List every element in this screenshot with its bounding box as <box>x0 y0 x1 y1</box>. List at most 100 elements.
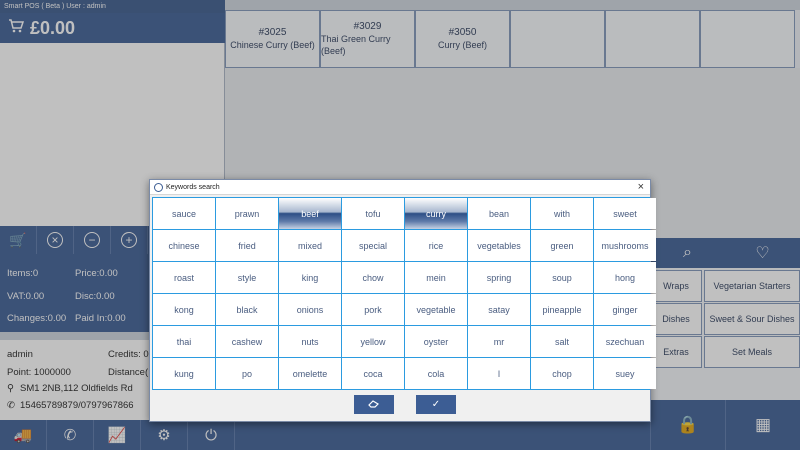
favourites-button[interactable]: ♡ <box>725 238 800 268</box>
keyword-button[interactable]: mein <box>405 262 467 293</box>
decrease-button[interactable]: − <box>74 226 111 254</box>
keyword-button[interactable]: sweet <box>594 198 656 229</box>
keyword-button[interactable]: satay <box>468 294 530 325</box>
keyword-button[interactable]: pineapple <box>531 294 593 325</box>
keyword-button[interactable]: pork <box>342 294 404 325</box>
keyword-button[interactable]: po <box>216 358 278 389</box>
keyword-button[interactable]: vegetable <box>405 294 467 325</box>
category-button[interactable]: Sweet & Sour Dishes <box>704 303 800 335</box>
changes-total: Changes:0.00 <box>7 313 67 324</box>
remove-item-button[interactable]: × <box>37 226 74 254</box>
delivery-button[interactable]: 🚚 <box>0 420 47 450</box>
product-button[interactable]: #3025 Chinese Curry (Beef) <box>225 10 320 68</box>
product-button-empty[interactable] <box>510 10 605 68</box>
keyword-button[interactable]: suey <box>594 358 656 389</box>
lock-button[interactable]: 🔒 <box>650 400 725 450</box>
category-button[interactable]: Set Meals <box>704 336 800 368</box>
keyword-button[interactable]: cola <box>405 358 467 389</box>
keywords-search-dialog: Keywords search × sauce prawn beef tofu curr… <box>149 179 656 422</box>
keyword-button[interactable]: mr <box>468 326 530 357</box>
keyword-button[interactable]: bean <box>468 198 530 229</box>
keyword-button[interactable]: chinese <box>153 230 215 261</box>
keyword-button[interactable]: green <box>531 230 593 261</box>
dialog-actions: ✓ <box>150 395 650 417</box>
keyword-button[interactable]: kong <box>153 294 215 325</box>
clear-cart-button[interactable]: 🛒 <box>0 226 37 254</box>
keyword-button[interactable]: szechuan <box>594 326 656 357</box>
keyword-button[interactable]: hong <box>594 262 656 293</box>
product-button[interactable]: #3029 Thai Green Curry (Beef) <box>320 10 415 68</box>
keyword-button[interactable]: yellow <box>342 326 404 357</box>
keyword-button[interactable]: l <box>468 358 530 389</box>
keyword-button[interactable]: black <box>216 294 278 325</box>
keyword-button[interactable]: special <box>342 230 404 261</box>
keyword-button[interactable]: cashew <box>216 326 278 357</box>
keyword-button[interactable]: spring <box>468 262 530 293</box>
category-button[interactable]: Dishes <box>650 303 702 335</box>
keyword-button[interactable]: roast <box>153 262 215 293</box>
keyword-button[interactable]: with <box>531 198 593 229</box>
keyword-button[interactable]: vegetables <box>468 230 530 261</box>
reports-button[interactable]: 📈 <box>94 420 141 450</box>
product-name: Thai Green Curry (Beef) <box>321 34 391 56</box>
items-count: Items:0 <box>7 268 39 279</box>
close-icon: × <box>47 232 63 248</box>
clear-keywords-button[interactable] <box>354 395 394 414</box>
keyword-button[interactable]: sauce <box>153 198 215 229</box>
cart-clear-icon: 🛒 <box>9 231 27 248</box>
phone-icon: ✆ <box>7 400 15 411</box>
address: SM1 2NB,112 Oldfields Rd <box>20 383 133 394</box>
keyword-button[interactable]: prawn <box>216 198 278 229</box>
logout-icon: ⏻ <box>205 426 217 444</box>
search-button[interactable]: ⌕ <box>650 238 725 268</box>
confirm-button[interactable]: ✓ <box>416 395 456 414</box>
keyword-button[interactable]: style <box>216 262 278 293</box>
paid-in-total: Paid In:0.00 <box>75 313 126 324</box>
keyword-button[interactable]: soup <box>531 262 593 293</box>
totals-panel: Items:0 Price:0.00 VAT:0.00 Disc:0.00 Ch… <box>0 254 150 332</box>
product-strip: #3025 Chinese Curry (Beef) #3029 Thai Gr… <box>225 10 800 68</box>
keyword-button[interactable]: beef <box>279 198 341 229</box>
settings-button[interactable]: ⚙ <box>141 420 188 450</box>
logout-button[interactable]: ⏻ <box>188 420 235 450</box>
keyword-button[interactable]: tofu <box>342 198 404 229</box>
keyword-button[interactable]: mixed <box>279 230 341 261</box>
truck-icon: 🚚 <box>13 427 33 444</box>
vat-total: VAT:0.00 <box>7 291 45 302</box>
product-name: Chinese Curry (Beef) <box>230 40 315 50</box>
tables-button[interactable]: ▦ <box>725 400 800 450</box>
search-favourites-bar: ⌕ ♡ <box>650 238 800 268</box>
keyword-button[interactable]: chow <box>342 262 404 293</box>
call-button[interactable]: ✆ <box>47 420 94 450</box>
lock-icon: 🔒 <box>677 415 699 434</box>
keyword-button[interactable]: rice <box>405 230 467 261</box>
keyword-button[interactable]: kung <box>153 358 215 389</box>
keyword-button[interactable]: mushrooms <box>594 230 656 261</box>
keyword-button[interactable]: omelette <box>279 358 341 389</box>
minus-icon: − <box>84 232 100 248</box>
keyword-button[interactable]: salt <box>531 326 593 357</box>
distance: Distance( <box>108 367 149 378</box>
increase-button[interactable]: + <box>111 226 148 254</box>
keyword-button[interactable]: nuts <box>279 326 341 357</box>
product-button[interactable]: #3050 Curry (Beef) <box>415 10 510 68</box>
keyword-button[interactable]: king <box>279 262 341 293</box>
category-button[interactable]: Wraps <box>650 270 702 302</box>
keyword-button[interactable]: oyster <box>405 326 467 357</box>
product-button-empty[interactable] <box>605 10 700 68</box>
keyword-button[interactable]: coca <box>342 358 404 389</box>
close-icon[interactable]: × <box>638 181 644 193</box>
keyword-button[interactable]: thai <box>153 326 215 357</box>
gear-icon: ⚙ <box>157 427 171 444</box>
category-button[interactable]: Vegetarian Starters <box>704 270 800 302</box>
keyword-button[interactable]: chop <box>531 358 593 389</box>
category-button[interactable]: Extras <box>650 336 702 368</box>
chart-icon: 📈 <box>107 427 127 444</box>
order-actions: 🛒 × − + <box>0 226 150 254</box>
keyword-button[interactable]: ginger <box>594 294 656 325</box>
keyword-button[interactable]: onions <box>279 294 341 325</box>
product-button-empty[interactable] <box>700 10 795 68</box>
keyword-button[interactable]: fried <box>216 230 278 261</box>
keyword-button[interactable]: curry <box>405 198 467 229</box>
phone-number: 15465789879/0797967866 <box>20 400 134 411</box>
